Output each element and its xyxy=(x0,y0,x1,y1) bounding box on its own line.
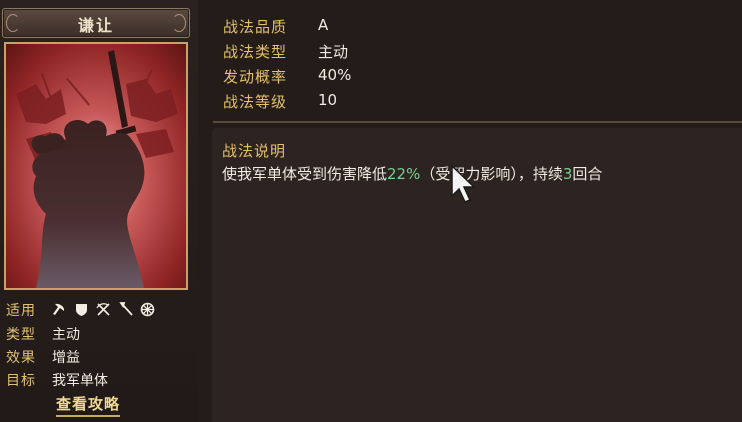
description-text: 使我军单体受到伤害降低22%（受智力影响），持续3回合 xyxy=(222,163,602,184)
quality-row: 战法品质 A xyxy=(223,16,328,38)
wheel-icon xyxy=(140,302,155,317)
category-value: 主动 xyxy=(52,327,80,343)
spear-icon xyxy=(118,302,133,317)
skill-info-panel: 战法品质 A 战法类型 主动 发动概率 40% 战法等级 10 xyxy=(213,0,742,121)
shield-icon xyxy=(74,302,89,317)
view-guide-link[interactable]: 查看攻略 xyxy=(56,393,121,417)
target-value: 我军单体 xyxy=(52,373,108,389)
category-row: 类型 主动 xyxy=(6,324,80,344)
effect-label: 效果 xyxy=(6,350,36,366)
effect-row: 效果 增益 xyxy=(6,347,80,367)
skill-card: 谦让 适用 类型 主动 效果 增益 目标 我军单体 查看攻略 xyxy=(0,0,198,422)
type-label: 战法类型 xyxy=(223,43,288,61)
quality-label: 战法品质 xyxy=(223,18,288,36)
description-part-3: 回合 xyxy=(572,165,603,183)
type-row: 战法类型 主动 xyxy=(223,41,348,63)
applicable-label: 适用 xyxy=(6,303,36,319)
mouse-cursor-icon xyxy=(451,164,476,203)
description-title: 战法说明 xyxy=(222,142,287,160)
type-value: 主动 xyxy=(318,43,349,61)
rate-value: 40% xyxy=(318,66,352,84)
applicable-unit-icons xyxy=(52,302,155,317)
skill-portrait xyxy=(4,42,188,290)
quality-value: A xyxy=(318,16,329,34)
target-label: 目标 xyxy=(6,373,36,389)
warrior-silhouette-image xyxy=(6,44,186,288)
description-part-1: 使我军单体受到伤害降低 xyxy=(222,165,388,183)
effect-value: 增益 xyxy=(52,350,80,366)
target-row: 目标 我军单体 xyxy=(6,370,108,390)
rate-label: 发动概率 xyxy=(223,68,288,86)
rate-row: 发动概率 40% xyxy=(223,66,351,88)
skill-title-banner: 谦让 xyxy=(2,8,190,38)
skill-name: 谦让 xyxy=(77,16,114,35)
panel-divider xyxy=(213,121,742,123)
level-row: 战法等级 10 xyxy=(223,91,337,113)
axe-icon xyxy=(52,302,67,317)
crossed-bows-icon xyxy=(96,302,111,317)
description-part-2: （受智力影响），持续 xyxy=(420,165,563,183)
level-label: 战法等级 xyxy=(223,93,288,111)
category-label: 类型 xyxy=(6,327,36,343)
applicable-row: 适用 xyxy=(6,300,155,320)
level-value: 10 xyxy=(318,91,338,109)
damage-reduction-value: 22% xyxy=(387,165,421,183)
duration-value: 3 xyxy=(562,165,573,183)
